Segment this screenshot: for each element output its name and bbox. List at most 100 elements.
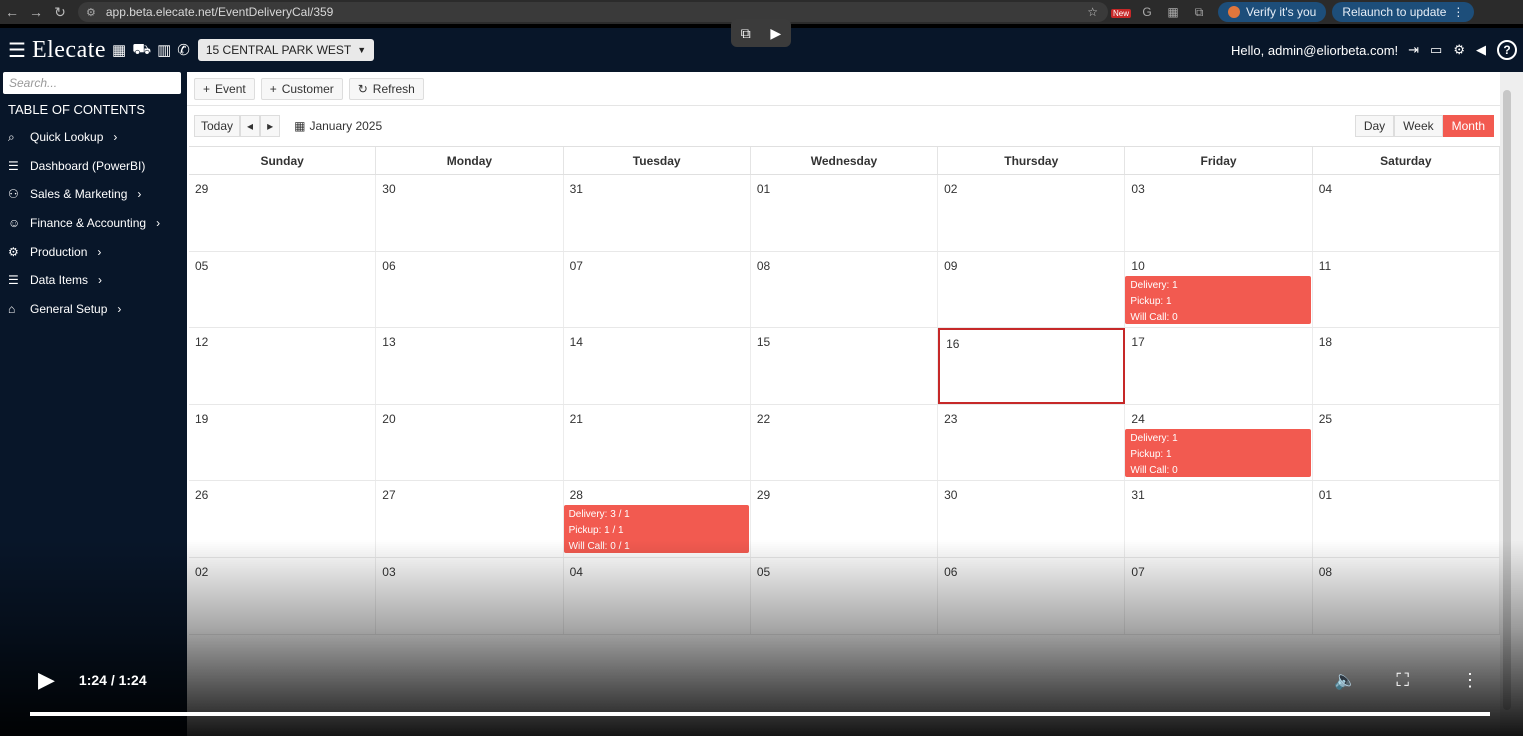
- fullscreen-icon[interactable]: ⛶: [1396, 670, 1409, 691]
- day-cell[interactable]: 09: [938, 251, 1126, 328]
- day-cell[interactable]: 07: [564, 251, 751, 328]
- day-cell[interactable]: 17: [1125, 328, 1313, 404]
- translate-icon[interactable]: G: [1134, 5, 1160, 19]
- event-summary[interactable]: Delivery: 1 Pickup: 1 Will Call: 0: [1125, 428, 1311, 477]
- day-cell[interactable]: 29: [189, 175, 377, 251]
- day-number: 07: [569, 258, 583, 273]
- people-icon: ⚇: [8, 187, 19, 202]
- puzzle-icon[interactable]: ⧉: [1186, 5, 1212, 20]
- event-line: Will Call: 0: [1130, 464, 1178, 476]
- add-event-button[interactable]: + Event: [194, 77, 255, 100]
- bookmark-star-icon[interactable]: ☆: [1087, 5, 1098, 19]
- location-select[interactable]: 15 CENTRAL PARK WEST ▼: [197, 39, 375, 61]
- week-row: 19 20 21 22 23 24 Delivery: 1 Pickup: 1 Will Cal…: [189, 404, 1500, 482]
- weekday-label: Friday: [1125, 147, 1313, 174]
- day-number: 18: [1318, 335, 1333, 350]
- volume-icon[interactable]: 🔈: [1334, 670, 1356, 691]
- day-number: 29: [195, 182, 209, 196]
- view-day-button[interactable]: Day: [1354, 115, 1395, 137]
- weekday-label: Saturday: [1313, 147, 1500, 174]
- sidebar-item[interactable]: ☺ Finance & Accounting ›: [0, 209, 187, 238]
- sidebar-item[interactable]: ☰ Dashboard (PowerBI): [0, 152, 187, 181]
- reload-icon[interactable]: ↻: [48, 4, 72, 21]
- day-cell[interactable]: 20: [376, 404, 564, 481]
- next-month-button[interactable]: ▸: [260, 115, 281, 137]
- day-cell[interactable]: 19: [189, 404, 377, 481]
- sidebar-item-label: Production: [30, 244, 88, 259]
- folder-icon[interactable]: ▭: [1430, 42, 1442, 58]
- day-cell[interactable]: 11: [1313, 251, 1500, 328]
- add-customer-button[interactable]: + Customer: [260, 77, 343, 100]
- pip-icon[interactable]: ⧉: [741, 25, 751, 42]
- sidebar-item-label: Sales & Marketing: [30, 187, 128, 202]
- forward-icon[interactable]: →: [24, 4, 48, 20]
- weekday-label: Tuesday: [564, 147, 751, 174]
- day-number: 24: [1131, 411, 1145, 426]
- menu-icon: ☰: [8, 158, 19, 173]
- day-number: 01: [1318, 488, 1333, 503]
- day-cell[interactable]: 14: [564, 328, 751, 404]
- day-cell[interactable]: 03: [1125, 175, 1313, 251]
- day-cell[interactable]: 23: [938, 404, 1126, 481]
- video-time: 1:24 / 1:24: [78, 672, 147, 688]
- day-cell[interactable]: 13: [376, 328, 564, 404]
- extension-icon[interactable]: ▦: [1160, 5, 1186, 19]
- day-cell[interactable]: 24 Delivery: 1 Pickup: 1 Will Call: 0: [1125, 404, 1313, 481]
- day-cell[interactable]: 30: [376, 175, 564, 251]
- day-number: 23: [944, 411, 958, 426]
- day-cell[interactable]: 02: [938, 175, 1126, 251]
- plus-icon: +: [269, 81, 277, 96]
- month-picker[interactable]: ▦ January 2025: [294, 119, 382, 133]
- calendar-icon: ▦: [294, 119, 306, 133]
- day-cell[interactable]: 04: [1313, 175, 1500, 251]
- logout-icon[interactable]: ⇥: [1408, 42, 1419, 58]
- day-cell[interactable]: 06: [376, 251, 564, 328]
- day-cell[interactable]: 25: [1313, 404, 1500, 481]
- today-button[interactable]: Today: [194, 115, 241, 137]
- sidebar-item[interactable]: ⌕ Quick Lookup ›: [0, 123, 187, 152]
- video-effects-icon[interactable]: ▶: [770, 25, 781, 42]
- extension-new-icon[interactable]: New: [1108, 5, 1134, 19]
- play-icon[interactable]: ▶: [38, 667, 55, 693]
- sidebar-item[interactable]: ⌂ General Setup ›: [0, 295, 187, 324]
- megaphone-icon[interactable]: ◀: [1476, 42, 1486, 58]
- day-cell[interactable]: 01: [751, 175, 939, 251]
- day-cell[interactable]: 15: [751, 328, 939, 404]
- refresh-button[interactable]: ↻ Refresh: [348, 77, 424, 100]
- day-cell[interactable]: 21: [564, 404, 751, 481]
- view-month-button[interactable]: Month: [1442, 115, 1494, 137]
- search-input[interactable]: Search...: [3, 72, 181, 94]
- back-icon[interactable]: ←: [0, 4, 24, 20]
- day-cell[interactable]: 10 Delivery: 1 Pickup: 1 Will Call: 0: [1125, 251, 1313, 328]
- address-bar[interactable]: ⚙ app.beta.elecate.net/EventDeliveryCal/…: [78, 2, 1108, 22]
- day-cell[interactable]: 22: [751, 404, 939, 481]
- day-number: 21: [569, 411, 583, 426]
- prev-month-button[interactable]: ◂: [240, 115, 261, 137]
- weekday-label: Wednesday: [751, 147, 939, 174]
- gear-icon[interactable]: ⚙: [1453, 42, 1465, 58]
- sidebar-item[interactable]: ⚙ Production ›: [0, 237, 187, 266]
- day-cell[interactable]: 08: [751, 251, 939, 328]
- day-cell[interactable]: 31: [564, 175, 751, 251]
- sidebar-item[interactable]: ☰ Data Items ›: [0, 266, 187, 295]
- view-week-button[interactable]: Week: [1394, 115, 1443, 137]
- video-progress-bar[interactable]: [30, 712, 1490, 716]
- more-options-icon[interactable]: ⋮: [1461, 670, 1479, 691]
- phone-icon[interactable]: ✆: [177, 41, 190, 59]
- building-icon[interactable]: ▥: [157, 41, 171, 59]
- day-cell-today[interactable]: 16: [938, 328, 1126, 404]
- profile-avatar: [1228, 6, 1240, 18]
- event-summary[interactable]: Delivery: 1 Pickup: 1 Will Call: 0: [1125, 275, 1311, 324]
- help-icon[interactable]: ?: [1497, 40, 1517, 60]
- day-number: 12: [195, 335, 209, 350]
- day-cell[interactable]: 12: [189, 328, 377, 404]
- day-cell[interactable]: 05: [189, 251, 377, 328]
- site-info-icon[interactable]: ⚙: [86, 6, 96, 19]
- calendar-icon[interactable]: ▦: [112, 41, 126, 59]
- day-cell[interactable]: 18: [1313, 328, 1500, 404]
- hamburger-icon[interactable]: ☰: [8, 38, 26, 63]
- verify-button[interactable]: Verify it's you: [1218, 2, 1327, 22]
- sidebar-item[interactable]: ⚇ Sales & Marketing ›: [0, 180, 187, 209]
- relaunch-button[interactable]: Relaunch to update ⋮: [1332, 2, 1475, 22]
- truck-icon[interactable]: ⛟: [132, 41, 151, 60]
